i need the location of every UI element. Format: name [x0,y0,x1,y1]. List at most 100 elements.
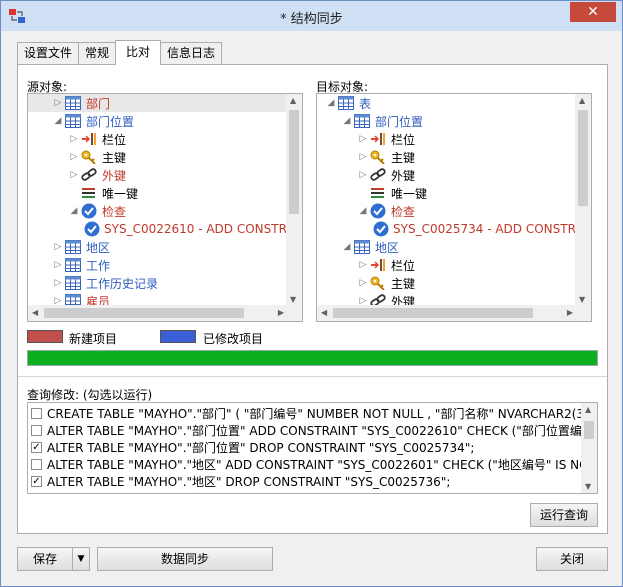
expand-arrow-icon[interactable]: ▷ [52,242,64,252]
scroll-up-icon[interactable]: ▲ [585,405,591,414]
target-tree-item[interactable]: ◢ 表 [317,94,577,112]
source-tree[interactable]: ▷ 部门 ◢ 部门位置 ▷ 栏位 ▷ 主键 ▷ 外键 唯一键 ◢ 检查 SYS_C0022610 - AD… [27,93,303,322]
source-tree-item[interactable]: ▷ 工作 [28,256,288,274]
source-tree-item[interactable]: 唯一键 [28,184,288,202]
query-vscrollbar[interactable]: ▲ ▼ [581,403,597,493]
target-tree-item[interactable]: ▷ 栏位 [317,256,577,274]
scroll-left-icon[interactable]: ◀ [32,308,38,317]
link-icon [369,167,387,183]
scroll-thumb[interactable] [289,110,299,214]
target-tree-item[interactable]: ▷ 主键 [317,274,577,292]
unique-icon [369,185,387,201]
expand-arrow-icon[interactable]: ▷ [357,260,369,270]
query-checkbox[interactable] [31,459,42,470]
query-row[interactable]: ✓ ALTER TABLE "MAYHO"."部门位置" DROP CONSTRA… [31,439,474,456]
source-tree-item[interactable]: ▷ 地区 [28,238,288,256]
target-tree-item[interactable]: ◢ 地区 [317,238,577,256]
scroll-up-icon[interactable]: ▲ [579,96,585,105]
scroll-down-icon[interactable]: ▼ [290,295,296,304]
source-tree-item[interactable]: ▷ 外键 [28,166,288,184]
query-checkbox[interactable] [31,425,42,436]
window-close-button[interactable]: ✕ [570,2,616,22]
target-tree-item[interactable]: ▷ 主键 [317,148,577,166]
target-tree-item[interactable]: ▷ 外键 [317,292,577,306]
scroll-thumb[interactable] [333,308,533,318]
tab-general[interactable]: 常规 [78,42,117,64]
query-list[interactable]: CREATE TABLE "MAYHO"."部门" ( "部门编号" NUMBE… [27,402,598,494]
source-tree-item[interactable]: ▷ 雇员 [28,292,288,306]
source-tree-item[interactable]: ◢ 检查 [28,202,288,220]
query-checkbox[interactable] [31,408,42,419]
table-icon [64,275,82,291]
collapse-arrow-icon[interactable]: ◢ [52,116,64,126]
query-row[interactable]: ALTER TABLE "MAYHO"."部门位置" ADD CONSTRAIN… [31,422,597,439]
save-button[interactable]: 保存 [17,547,73,571]
target-tree-item-label: 栏位 [391,132,416,147]
scroll-down-icon[interactable]: ▼ [579,295,585,304]
query-text: ALTER TABLE "MAYHO"."部门位置" DROP CONSTRAI… [47,441,475,455]
expand-arrow-icon[interactable]: ▷ [52,98,64,108]
source-vscrollbar[interactable]: ▲ ▼ [286,94,302,306]
query-checkbox[interactable]: ✓ [31,476,42,487]
expand-arrow-icon[interactable]: ▷ [52,278,64,288]
source-tree-item[interactable]: SYS_C0022610 - ADD CONSTRAINT [28,220,288,238]
tab-message-log[interactable]: 信息日志 [160,42,223,64]
scroll-right-icon[interactable]: ▶ [567,308,573,317]
source-tree-item[interactable]: ▷ 部门 [28,94,288,112]
source-tree-item[interactable]: ◢ 部门位置 [28,112,288,130]
expand-arrow-icon[interactable]: ▷ [68,170,80,180]
source-tree-item-label: 雇员 [86,294,111,307]
expand-arrow-icon[interactable]: ▷ [357,152,369,162]
scroll-down-icon[interactable]: ▼ [585,482,591,491]
query-checkbox[interactable]: ✓ [31,442,42,453]
target-vscrollbar[interactable]: ▲ ▼ [575,94,591,306]
expand-arrow-icon[interactable]: ▷ [357,170,369,180]
collapse-arrow-icon[interactable]: ◢ [325,98,337,108]
save-dropdown-button[interactable]: ▼ [72,547,90,571]
scroll-up-icon[interactable]: ▲ [290,96,296,105]
table-icon [353,113,371,129]
collapse-arrow-icon[interactable]: ◢ [341,242,353,252]
target-tree-item[interactable]: ◢ 部门位置 [317,112,577,130]
scroll-thumb[interactable] [44,308,244,318]
query-row[interactable]: CREATE TABLE "MAYHO"."部门" ( "部门编号" NUMBE… [31,405,597,422]
source-tree-item[interactable]: ▷ 工作历史记录 [28,274,288,292]
columns-icon [369,131,387,147]
source-hscrollbar[interactable]: ◀ ▶ [28,305,288,321]
target-tree-item[interactable]: SYS_C0025734 - ADD CONSTRAINT [317,220,577,238]
target-tree-item[interactable]: ▷ 栏位 [317,130,577,148]
scroll-thumb[interactable] [584,421,594,439]
target-tree-item[interactable]: ◢ 检查 [317,202,577,220]
query-checkbox[interactable] [31,493,42,494]
target-tree-item-label: 主键 [391,150,416,165]
scroll-left-icon[interactable]: ◀ [321,308,327,317]
query-row[interactable]: ✓ ALTER TABLE "MAYHO"."地区" DROP CONSTRAIN… [31,473,450,490]
target-tree-item-label: 主键 [391,276,416,291]
expand-arrow-icon[interactable]: ▷ [68,152,80,162]
scroll-thumb[interactable] [578,110,588,206]
expand-arrow-icon[interactable]: ▷ [52,260,64,270]
target-hscrollbar[interactable]: ◀ ▶ [317,305,577,321]
collapse-arrow-icon[interactable]: ◢ [68,206,80,216]
query-text: ALTER TABLE "MAYHO"."地区" ADD CONSTRAINT … [47,458,598,472]
query-row[interactable]: ALTER TABLE "MAYHO"."地区" ADD CONSTRAINT … [31,456,598,473]
target-tree-item[interactable]: 唯一键 [317,184,577,202]
data-sync-button[interactable]: 数据同步 [97,547,273,571]
expand-arrow-icon[interactable]: ▷ [357,134,369,144]
expand-arrow-icon[interactable]: ▷ [68,134,80,144]
source-tree-item-label: 栏位 [102,132,127,147]
collapse-arrow-icon[interactable]: ◢ [357,206,369,216]
check-icon [80,203,98,219]
query-row[interactable]: ALTER TABLE "MAYHO"."地区" [31,490,222,494]
run-query-button[interactable]: 运行查询 [530,503,598,527]
expand-arrow-icon[interactable]: ▷ [357,278,369,288]
source-tree-item[interactable]: ▷ 主键 [28,148,288,166]
target-tree[interactable]: ◢ 表 ◢ 部门位置 ▷ 栏位 ▷ 主键 ▷ 外键 唯一键 ◢ 检查 SYS_C0025734 - ADD… [316,93,592,322]
tab-compare[interactable]: 比对 [115,40,162,65]
collapse-arrow-icon[interactable]: ◢ [341,116,353,126]
target-tree-item[interactable]: ▷ 外键 [317,166,577,184]
close-button[interactable]: 关闭 [536,547,608,571]
scroll-right-icon[interactable]: ▶ [278,308,284,317]
tab-settings-file[interactable]: 设置文件 [17,42,80,64]
source-tree-item[interactable]: ▷ 栏位 [28,130,288,148]
